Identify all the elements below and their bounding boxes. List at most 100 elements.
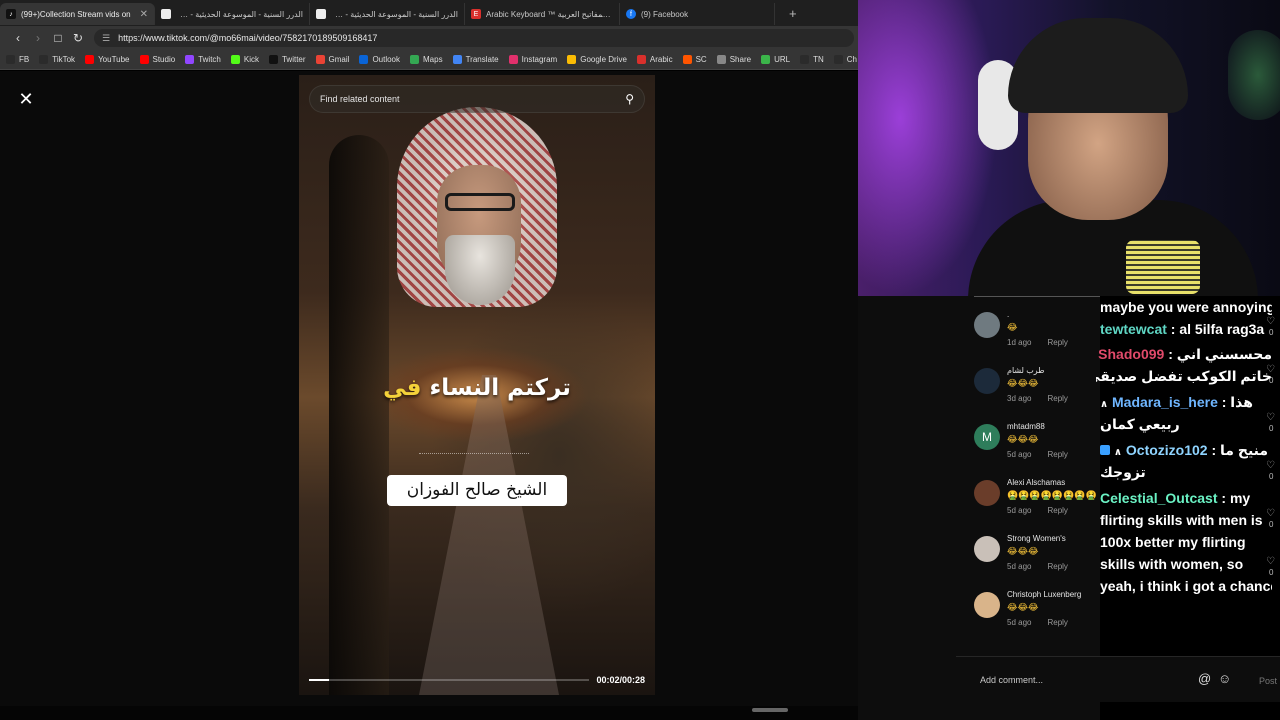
bookmark-favicon-icon <box>39 55 49 64</box>
bookmark-item[interactable]: TN <box>800 55 824 64</box>
comment-author[interactable]: Christoph Luxenberg <box>1007 590 1081 599</box>
tab-tiktok[interactable]: ♪ (99+)Collection Stream vids on ✕ <box>0 3 155 25</box>
reply-button[interactable]: Reply <box>1047 394 1067 403</box>
browser-window: ♪ (99+)Collection Stream vids on ✕ الدرر… <box>0 0 935 720</box>
chat-text: : al 5ilfa rag3a <box>1166 321 1265 337</box>
comment-meta: 1d ago Reply <box>1007 338 1068 347</box>
close-icon[interactable]: ✕ <box>140 9 148 20</box>
avatar[interactable] <box>974 592 1000 618</box>
bookmark-item[interactable]: FB <box>6 55 29 64</box>
bookmarks-bar: FB TikTok YouTube Studio Twitch Kick Twitter Gm… <box>0 50 858 70</box>
bookmark-item[interactable]: Google Drive <box>567 55 627 64</box>
comment-text: 😂😂😂 <box>1007 546 1039 556</box>
tab-dorar-1[interactable]: الدرر السنية - الموسوعة الحديثية - شرو <box>155 3 310 25</box>
video-caption: تركتم النساء في <box>299 375 655 401</box>
comment-time: 5d ago <box>1007 562 1032 571</box>
comment-time: 3d ago <box>1007 394 1032 403</box>
caption-main: تركتم النساء <box>429 375 571 401</box>
screen: ♪ (99+)Collection Stream vids on ✕ الدرر… <box>0 0 1280 720</box>
tab-label: الدرر السنية - الموسوعة الحديثية - شرو <box>331 9 458 19</box>
chat-line: 100x better my flirting <box>1100 531 1272 553</box>
video-player[interactable]: Find related content ⚲ تركتم النساء في ا… <box>299 75 655 695</box>
site-settings-icon[interactable]: ☰ <box>102 33 110 44</box>
bookmark-favicon-icon <box>230 55 240 64</box>
reload-icon[interactable]: ↻ <box>68 31 88 45</box>
bookmark-item[interactable]: YouTube <box>85 55 130 64</box>
bookmark-favicon-icon <box>636 55 646 64</box>
bookmark-item[interactable]: Ch <box>833 55 857 64</box>
url-input[interactable]: ☰ https://www.tiktok.com/@mo66mai/video/… <box>94 29 854 47</box>
reply-button[interactable]: Reply <box>1047 618 1067 627</box>
avatar[interactable]: M <box>974 424 1000 450</box>
comment-item: Mmhtadm88 😂😂😂 5d ago Reply <box>974 420 1100 472</box>
reply-button[interactable]: Reply <box>1047 562 1067 571</box>
scrollbar-thumb[interactable] <box>752 708 788 712</box>
comment-text: 😂😂😂 <box>1007 602 1039 612</box>
bookmark-icon[interactable]: □ <box>48 31 68 45</box>
search-icon[interactable]: ⚲ <box>625 92 634 106</box>
reply-button[interactable]: Reply <box>1047 506 1067 515</box>
comment-text: 😂😂😂 <box>1007 378 1039 388</box>
mention-icon[interactable]: @ <box>1198 671 1211 686</box>
bookmark-item[interactable]: Gmail <box>315 55 349 64</box>
tab-arabic-keyboard[interactable]: E Arabic Keyboard ™ لوحة المفاتيح العربي… <box>465 3 620 25</box>
add-comment-input[interactable]: Add comment... <box>980 675 1043 685</box>
cam-plant <box>1228 30 1280 120</box>
chat-text: ربيعي كمان <box>1100 416 1180 432</box>
comment-meta: 5d ago Reply <box>1007 450 1068 459</box>
bookmark-item[interactable]: Outlook <box>359 55 400 64</box>
chat-text: محسسني اني : <box>1164 346 1272 362</box>
avatar[interactable] <box>974 480 1000 506</box>
chat-line: tewtewcat : al 5ilfa rag3a <box>1100 318 1272 340</box>
bookmark-favicon-icon <box>508 55 518 64</box>
bookmark-item[interactable]: Twitch <box>185 55 221 64</box>
comment-author[interactable]: Strong Women's <box>1007 534 1066 543</box>
comment-author[interactable]: Alexi Alschamas <box>1007 478 1065 487</box>
comment-meta: 5d ago Reply <box>1007 562 1068 571</box>
speaker-name-caption: الشيخ صالح الفوزان <box>387 475 567 506</box>
reply-button[interactable]: Reply <box>1047 338 1067 347</box>
chat-text: skills with women, so <box>1100 556 1244 572</box>
bookmark-favicon-icon <box>185 55 195 64</box>
forward-icon[interactable]: › <box>28 31 48 45</box>
bookmark-item[interactable]: TikTok <box>39 55 75 64</box>
divider <box>974 296 1100 297</box>
comment-author[interactable]: mhtadm88 <box>1007 422 1045 431</box>
tab-label: Arabic Keyboard ™ لوحة المفاتيح العربية <box>486 9 613 19</box>
avatar[interactable] <box>974 312 1000 338</box>
bookmark-item[interactable]: Kick <box>230 55 259 64</box>
video-progress-fill <box>309 679 329 681</box>
tab-facebook[interactable]: f (9) Facebook <box>620 3 775 25</box>
find-related-search[interactable]: Find related content ⚲ <box>309 85 645 113</box>
bookmark-item[interactable]: Maps <box>410 55 443 64</box>
reply-button[interactable]: Reply <box>1047 450 1067 459</box>
avatar[interactable] <box>974 368 1000 394</box>
bookmark-item[interactable]: Arabic <box>636 55 673 64</box>
chat-username: Octozizo102 <box>1125 442 1208 458</box>
bookmark-item[interactable]: Twitter <box>268 55 306 64</box>
bookmark-label: Ch <box>846 55 857 64</box>
bookmark-item[interactable]: Translate <box>452 55 499 64</box>
bookmark-item[interactable]: SC <box>682 55 707 64</box>
post-button[interactable]: Post <box>1259 676 1277 686</box>
back-icon[interactable]: ‹ <box>8 31 28 45</box>
comment-author[interactable]: . <box>1007 310 1009 319</box>
bookmark-item[interactable]: Share <box>716 55 751 64</box>
chat-username: Celestial_Outcast <box>1100 490 1218 506</box>
bookmark-item[interactable]: Studio <box>139 55 175 64</box>
comment-item: Christoph Luxenberg 😂😂😂 5d ago Reply <box>974 588 1100 640</box>
avatar[interactable] <box>974 536 1000 562</box>
bookmark-favicon-icon <box>410 55 420 64</box>
new-tab-button[interactable]: + <box>789 6 797 21</box>
tab-dorar-2[interactable]: الدرر السنية - الموسوعة الحديثية - شرو <box>310 3 465 25</box>
bookmark-item[interactable]: URL <box>761 55 790 64</box>
chat-line: خاتم الكوكب تفضل صديقي اسأل 🙂 <box>1096 365 1272 387</box>
chat-text: 100x better my flirting <box>1100 534 1246 550</box>
comment-item: طرب لشام 😂😂😂 3d ago Reply <box>974 364 1100 416</box>
close-video-button[interactable]: ✕ <box>16 89 36 109</box>
bookmark-item[interactable]: Instagram <box>508 55 557 64</box>
comment-author[interactable]: طرب لشام <box>1007 366 1045 375</box>
video-progress-bar[interactable] <box>309 679 589 681</box>
emoji-icon[interactable]: ☺ <box>1218 671 1231 686</box>
tab-bar: ♪ (99+)Collection Stream vids on ✕ الدرر… <box>0 0 858 26</box>
